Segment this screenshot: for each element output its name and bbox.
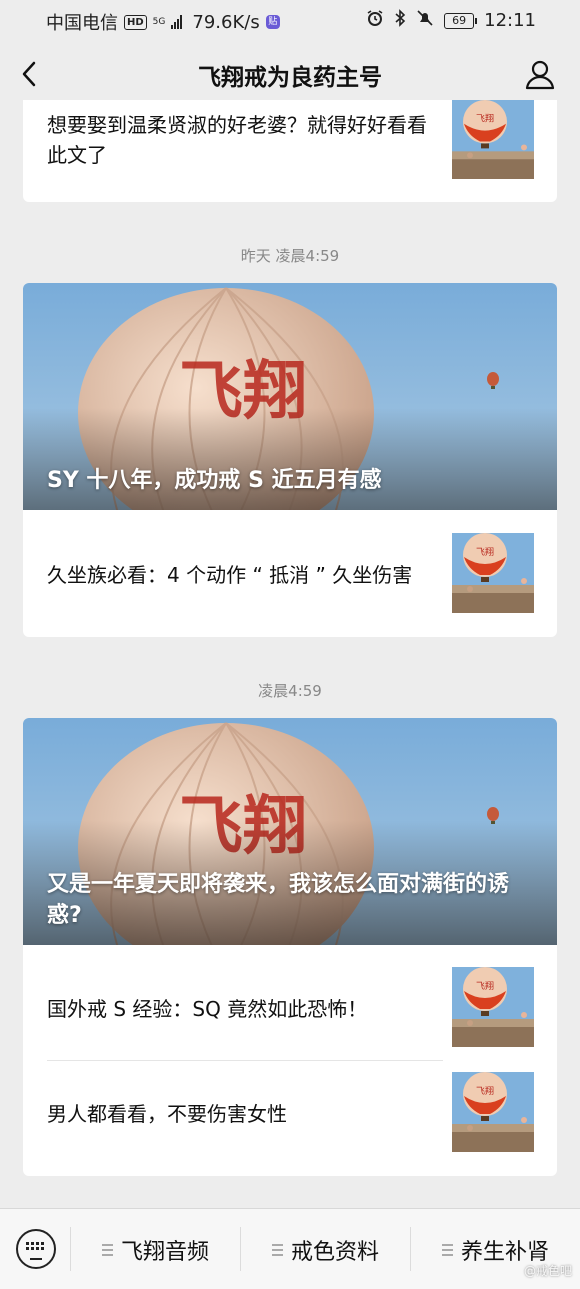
menu-list-icon (101, 1243, 113, 1256)
menu-item-label: 戒色资料 (290, 1239, 379, 1265)
alarm-icon (366, 9, 384, 32)
article-title[interactable]: 男人都看看，不要伤害女性 (47, 1099, 447, 1129)
article-group-card: 飞翔 又是一年夏天即将袭来，我该怎么面对满街的诱惑? 国外戒 S 经验：SQ 竟… (23, 718, 557, 1176)
menu-item-audio[interactable]: 飞翔音频 (71, 1209, 240, 1289)
carrier-label: 中国电信 (46, 13, 118, 34)
network-speed: 79.6K/s (192, 11, 260, 33)
article-group-card: 飞翔 SY 十八年，成功戒 S 近五月有感 久坐族必看：4 个动作 “ 抵消 ”… (23, 283, 557, 637)
menu-item-label: 飞翔音频 (120, 1239, 209, 1265)
timestamp-label: 昨天 凌晨4:59 (240, 247, 340, 265)
battery-icon: 69 (444, 12, 478, 29)
hd-badge: HD (124, 14, 147, 30)
app-notification-icon: 贴 (265, 15, 280, 29)
timestamp-label: 凌晨4:59 (258, 682, 322, 700)
menu-item-label: 养生补肾 (460, 1239, 549, 1265)
network-label: 5G (152, 16, 166, 27)
svg-text:飞翔: 飞翔 (476, 980, 494, 992)
svg-text:飞翔: 飞翔 (476, 113, 494, 125)
nav-bar: 飞翔戒为良药主号 (0, 40, 580, 108)
bluetooth-icon (394, 9, 406, 32)
signal-icon (171, 15, 183, 29)
article-thumbnail[interactable]: 飞翔 (452, 100, 534, 179)
article-title[interactable]: 国外戒 S 经验：SQ 竟然如此恐怖！ (47, 994, 447, 1024)
article-thumbnail[interactable]: 飞翔 (452, 1072, 534, 1152)
article-thumbnail[interactable]: 飞翔 (452, 533, 534, 613)
article-title[interactable]: 想要娶到温柔贤淑的好老婆？就得好好看看此文了 (47, 110, 439, 170)
mute-icon (416, 9, 434, 32)
article-title[interactable]: 久坐族必看：4 个动作 “ 抵消 ” 久坐伤害 (47, 560, 447, 590)
network-icon: 5G (152, 16, 166, 27)
keyboard-icon[interactable] (16, 1229, 56, 1269)
hero-title[interactable]: SY 十八年，成功戒 S 近五月有感 (47, 465, 539, 496)
watermark: @戒色吧 (523, 1264, 572, 1278)
svg-text:飞翔: 飞翔 (476, 546, 494, 558)
hero-title[interactable]: 又是一年夏天即将袭来，我该怎么面对满街的诱惑? (47, 869, 539, 931)
user-profile-icon[interactable] (524, 58, 556, 90)
bottom-menu: 飞翔音频 戒色资料 养生补肾 @戒色吧 (0, 1208, 580, 1289)
clock: 12:11 (484, 10, 536, 31)
article-card[interactable]: 想要娶到温柔贤淑的好老婆？就得好好看看此文了 飞翔 (23, 100, 557, 202)
page-title: 飞翔戒为良药主号 (198, 65, 382, 91)
menu-item-materials[interactable]: 戒色资料 (241, 1209, 410, 1289)
status-bar: 中国电信 HD 5G 79.6K/s 贴 69 12:11 (0, 0, 580, 40)
article-thumbnail[interactable]: 飞翔 (452, 967, 534, 1047)
svg-text:飞翔: 飞翔 (476, 1085, 494, 1097)
battery-level: 69 (452, 13, 467, 27)
menu-list-icon (441, 1243, 453, 1256)
menu-list-icon (271, 1243, 283, 1256)
divider (47, 1060, 443, 1061)
